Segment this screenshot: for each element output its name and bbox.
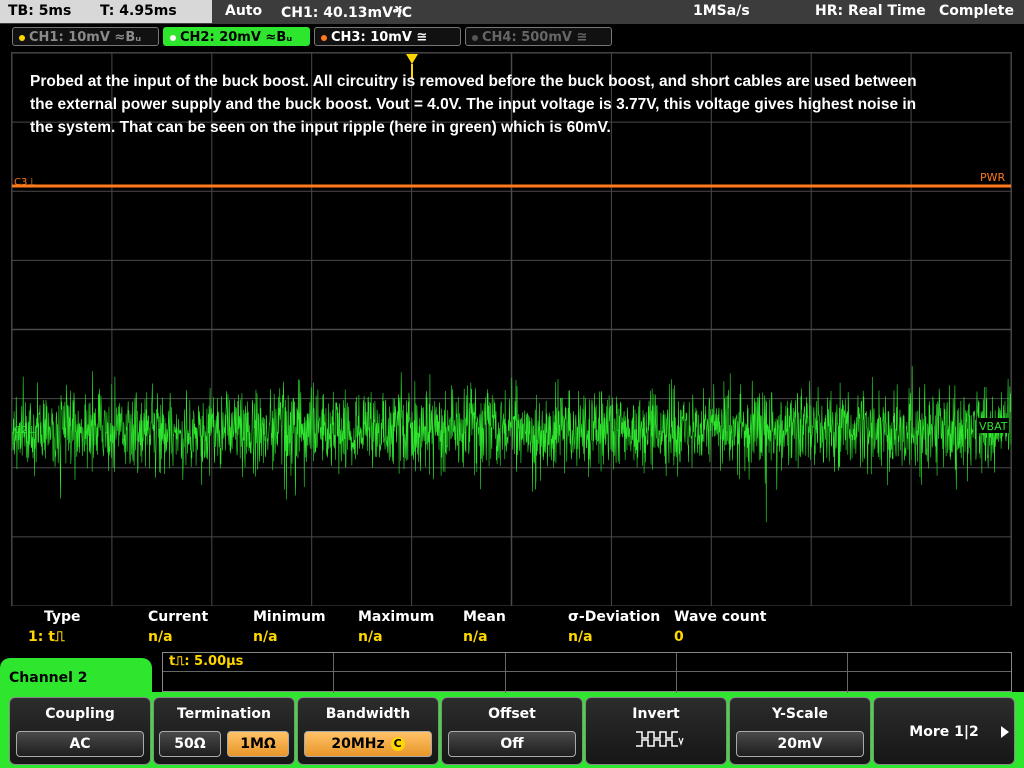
- meas-value-maximum: n/a: [358, 629, 383, 645]
- more-softkey[interactable]: More 1|2: [873, 697, 1015, 765]
- meas-header-maximum: Maximum: [358, 609, 435, 625]
- meas-value-wave-count: 0: [674, 629, 684, 645]
- meas-header-deviation: σ-Deviation: [568, 609, 661, 625]
- offset-label: Offset: [488, 706, 536, 722]
- more-label: More 1|2: [909, 724, 979, 740]
- coupling-softkey[interactable]: Coupling AC: [9, 697, 151, 765]
- meas-header-minimum: Minimum: [253, 609, 326, 625]
- invert-label: Invert: [632, 706, 680, 722]
- yscale-label: Y-Scale: [771, 706, 828, 722]
- meas-header-wave-count: Wave count: [674, 609, 767, 625]
- termination-1mohm-button[interactable]: 1MΩ: [227, 731, 289, 757]
- offset-value-button[interactable]: Off: [448, 731, 576, 757]
- bandwidth-value-button[interactable]: 20MHz C: [304, 731, 432, 757]
- meas-value-current: n/a: [148, 629, 173, 645]
- meas-value-minimum: n/a: [253, 629, 278, 645]
- meas-value-deviation: n/a: [568, 629, 593, 645]
- bandwidth-value: 20MHz: [331, 736, 385, 752]
- bandwidth-softkey[interactable]: Bandwidth 20MHz C: [297, 697, 439, 765]
- termination-softkey[interactable]: Termination 50Ω 1MΩ: [153, 697, 295, 765]
- bandwidth-badge-icon: C: [390, 737, 405, 751]
- meas-value-mean: n/a: [463, 629, 488, 645]
- yscale-value-button[interactable]: 20mV: [736, 731, 864, 757]
- invert-softkey[interactable]: Invert: [585, 697, 727, 765]
- meas-header-type: Type: [44, 609, 81, 625]
- ch3-name-label: PWR: [980, 171, 1006, 184]
- meas-value-type: 1: t⎍: [28, 629, 65, 645]
- meas-header-mean: Mean: [463, 609, 506, 625]
- info-box: t⎍: 5.00µs: [162, 652, 1012, 693]
- measurement-table: Type Current Minimum Maximum Mean σ-Devi…: [11, 606, 1012, 652]
- offset-softkey[interactable]: Offset Off: [441, 697, 583, 765]
- more-arrow-icon: [1001, 726, 1009, 738]
- ch2-name-label: VBAT: [979, 420, 1008, 433]
- termination-label: Termination: [177, 706, 271, 722]
- invert-waveform-icon: [636, 731, 684, 747]
- trigger-position-icon: [406, 54, 418, 64]
- channel-2-tab-label: Channel 2: [9, 670, 88, 686]
- coupling-label: Coupling: [45, 706, 115, 722]
- ch2-marker-label: C2⊥: [14, 425, 36, 436]
- ch3-marker-label: C3⊥: [14, 177, 36, 188]
- yscale-softkey[interactable]: Y-Scale 20mV: [729, 697, 871, 765]
- termination-50ohm-button[interactable]: 50Ω: [159, 731, 221, 757]
- annotation-text: Probed at the input of the buck boost. A…: [30, 73, 917, 136]
- bandwidth-label: Bandwidth: [325, 706, 411, 722]
- coupling-value-button[interactable]: AC: [16, 731, 144, 757]
- info-box-text: t⎍: 5.00µs: [169, 654, 244, 669]
- meas-header-current: Current: [148, 609, 209, 625]
- channel-2-tab[interactable]: Channel 2: [0, 658, 152, 698]
